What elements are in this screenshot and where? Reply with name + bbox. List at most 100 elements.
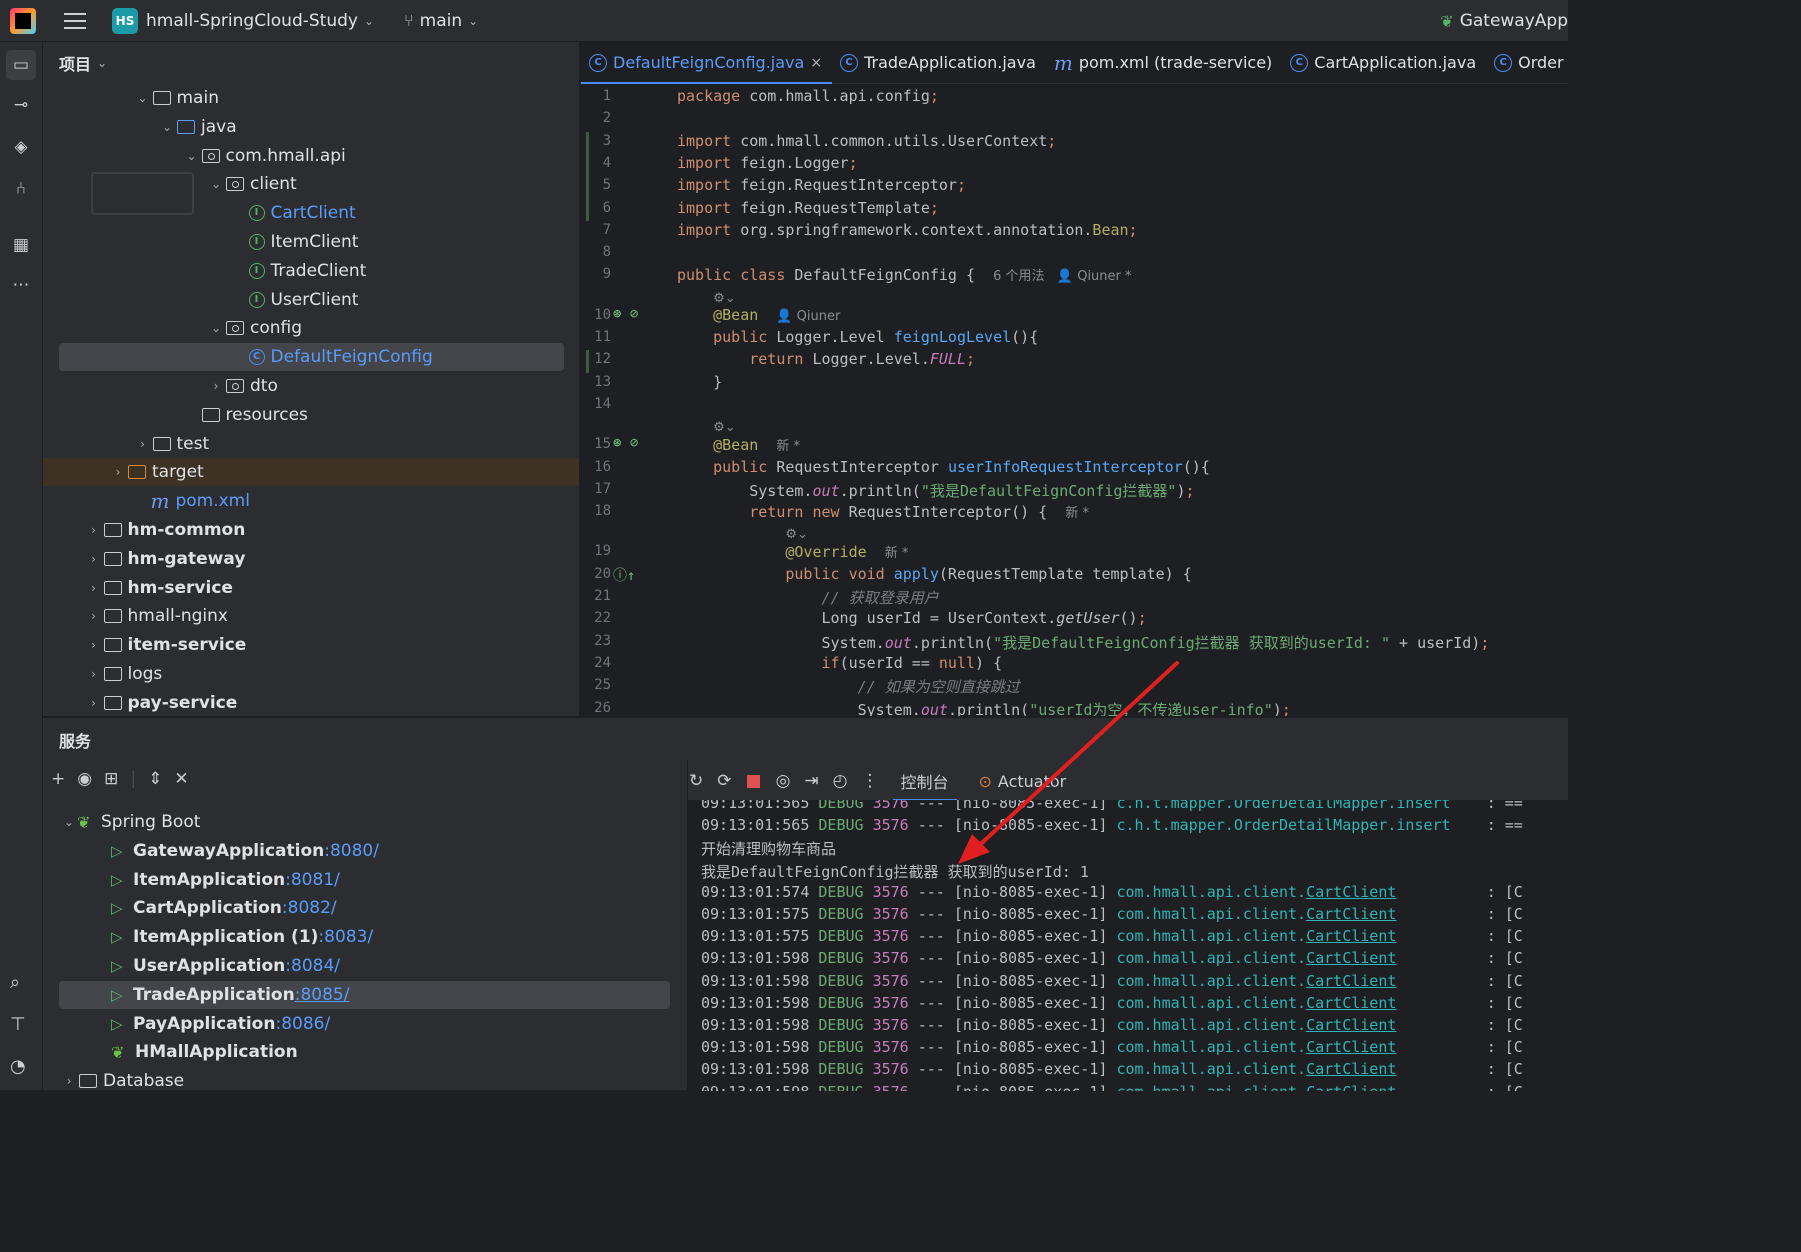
more-tools-icon[interactable]: ⋯: [6, 270, 36, 300]
code-line[interactable]: return new RequestInterceptor() { 新 *: [677, 502, 1089, 521]
run-icon[interactable]: ▷: [111, 986, 133, 1004]
code-line[interactable]: import feign.RequestInterceptor;: [677, 176, 966, 194]
chevron-down-icon[interactable]: ⌄: [184, 149, 200, 163]
code-line[interactable]: @Override 新 *: [677, 542, 908, 561]
tab-actuator[interactable]: ⊙ Actuator: [971, 764, 1075, 798]
project-panel-header[interactable]: 项目 ⌄: [43, 42, 579, 84]
structure-icon[interactable]: ▦: [6, 230, 36, 260]
gauge-icon[interactable]: ◴: [833, 771, 848, 791]
rerun-icon[interactable]: ↻: [689, 771, 703, 791]
editor-tab[interactable]: C TradeApplication.java: [832, 42, 1046, 84]
git-branch-icon[interactable]: ⑂: [404, 11, 414, 30]
code-line[interactable]: System.out.println("我是DefaultFeignConfig…: [677, 632, 1489, 653]
code-line[interactable]: import feign.RequestTemplate;: [677, 199, 939, 217]
tree-item[interactable]: › logs: [43, 660, 579, 688]
logger-class-link[interactable]: CartClient: [1306, 972, 1396, 990]
chevron-right-icon[interactable]: ›: [86, 667, 102, 681]
tree-item[interactable]: › hmall-nginx: [43, 602, 579, 630]
branch-name[interactable]: main: [420, 11, 462, 31]
code-line[interactable]: // 如果为空则直接跳过: [677, 676, 1020, 697]
code-line[interactable]: System.out.println("我是DefaultFeignConfig…: [677, 480, 1194, 501]
tree-item[interactable]: › dto: [43, 372, 579, 400]
tree-item[interactable]: I UserClient: [43, 286, 579, 314]
chevron-right-icon[interactable]: ›: [86, 638, 102, 652]
logger-class-link[interactable]: CartClient: [1306, 1060, 1396, 1078]
search-icon[interactable]: ⌕: [10, 972, 20, 993]
bean-gutter-icon[interactable]: ⊛ ⊘: [613, 435, 638, 451]
run-icon[interactable]: ▷: [111, 842, 133, 860]
tree-item[interactable]: › target: [43, 458, 579, 487]
git-icon[interactable]: ◈: [6, 132, 36, 162]
chevron-right-icon[interactable]: ›: [86, 581, 102, 595]
service-item[interactable]: › Database: [43, 1067, 686, 1095]
code-line[interactable]: System.out.println("userId为空，不传递user-inf…: [677, 699, 1291, 717]
code-line[interactable]: ⚙⌄: [677, 524, 808, 542]
chevron-right-icon[interactable]: ›: [208, 379, 224, 393]
chevron-right-icon[interactable]: ›: [86, 523, 102, 537]
vcs-change-marker[interactable]: [586, 131, 589, 177]
profiler-icon[interactable]: ◔: [10, 1056, 26, 1077]
service-item[interactable]: ▷ TradeApplication:8085/: [43, 980, 686, 1009]
service-port-link[interactable]: :8083/: [318, 927, 373, 947]
tree-item[interactable]: › hm-gateway: [43, 545, 579, 573]
service-item[interactable]: ▷ ItemApplication:8081/: [43, 866, 686, 894]
bean-gutter-icon[interactable]: ⊛ ⊘: [613, 306, 638, 322]
code-line[interactable]: if(userId == null) {: [677, 654, 1003, 672]
add-icon[interactable]: +: [51, 769, 65, 789]
chevron-down-icon[interactable]: ⌄: [364, 14, 374, 28]
commit-icon[interactable]: ⊸: [6, 90, 36, 120]
service-item[interactable]: ▷ GatewayApplication:8080/: [43, 837, 686, 865]
logger-class-link[interactable]: CartClient: [1306, 1083, 1396, 1091]
logger-class-link[interactable]: CartClient: [1306, 927, 1396, 945]
service-item[interactable]: ▷ CartApplication:8082/: [43, 894, 686, 922]
service-port-link[interactable]: :8086/: [275, 1014, 330, 1034]
implements-gutter-icon[interactable]: ⓘ↑: [613, 565, 635, 585]
run-icon[interactable]: ▷: [111, 871, 133, 889]
code-area[interactable]: 1 package com.hmall.api.config; 2 3 import c…: [581, 85, 1568, 716]
code-line[interactable]: }: [677, 373, 722, 391]
service-item[interactable]: ▷ ItemApplication (1):8083/: [43, 923, 686, 951]
chevron-right-icon[interactable]: ›: [61, 1074, 77, 1088]
main-menu-icon[interactable]: [64, 12, 86, 29]
terminal-icon[interactable]: ⊤: [10, 1014, 26, 1035]
code-line[interactable]: return Logger.Level.FULL;: [677, 350, 975, 368]
new-group-icon[interactable]: ⊞: [104, 769, 118, 789]
service-item[interactable]: ⌄ ❦ Spring Boot: [43, 808, 686, 836]
tree-item[interactable]: ⌄ config: [43, 314, 579, 342]
run-icon[interactable]: ▷: [111, 1015, 133, 1033]
run-icon[interactable]: ▷: [111, 928, 133, 946]
rerun-debug-icon[interactable]: ⟳: [717, 771, 731, 791]
tree-item[interactable]: › hm-service: [43, 574, 579, 602]
service-port-link[interactable]: :8082/: [282, 898, 337, 918]
editor-tab[interactable]: C DefaultFeignConfig.java ×: [581, 42, 833, 84]
tree-item[interactable]: I ItemClient: [43, 228, 579, 256]
code-line[interactable]: ⚙⌄: [677, 288, 736, 306]
service-port-link[interactable]: :8081/: [285, 870, 340, 890]
code-line[interactable]: ⚙⌄: [677, 417, 736, 435]
vcs-change-marker[interactable]: [586, 176, 589, 221]
chevron-right-icon[interactable]: ›: [86, 609, 102, 623]
screenshot-icon[interactable]: ◎: [776, 771, 791, 791]
code-line[interactable]: public RequestInterceptor userInfoReques…: [677, 458, 1210, 476]
service-item[interactable]: ▷ UserApplication:8084/: [43, 952, 686, 980]
close-icon[interactable]: ×: [810, 55, 822, 71]
code-line[interactable]: // 获取登录用户: [677, 587, 939, 608]
dump-threads-icon[interactable]: ⇥: [804, 771, 818, 791]
code-line[interactable]: public Logger.Level feignLogLevel(){: [677, 328, 1038, 346]
code-line[interactable]: public void apply(RequestTemplate templa…: [677, 565, 1191, 583]
tree-item[interactable]: › hm-common: [43, 516, 579, 544]
code-line[interactable]: package com.hmall.api.config;: [677, 87, 939, 105]
project-folder-icon[interactable]: ▭: [6, 50, 36, 80]
logger-class-link[interactable]: CartClient: [1306, 883, 1396, 901]
logger-class-link[interactable]: CartClient: [1306, 949, 1396, 967]
tree-item[interactable]: ⌄ java: [43, 113, 579, 141]
logger-class-link[interactable]: CartClient: [1306, 1016, 1396, 1034]
tree-item[interactable]: resources: [43, 401, 579, 429]
tree-item[interactable]: › item-service: [43, 631, 579, 659]
tab-console[interactable]: 控制台: [892, 764, 957, 801]
service-port-link[interactable]: :8085/: [295, 985, 350, 1005]
code-line[interactable]: import com.hmall.common.utils.UserContex…: [677, 132, 1056, 150]
chevron-down-icon[interactable]: ⌄: [61, 815, 77, 829]
chevron-down-icon[interactable]: ⌄: [97, 56, 107, 70]
chevron-right-icon[interactable]: ›: [110, 465, 126, 479]
